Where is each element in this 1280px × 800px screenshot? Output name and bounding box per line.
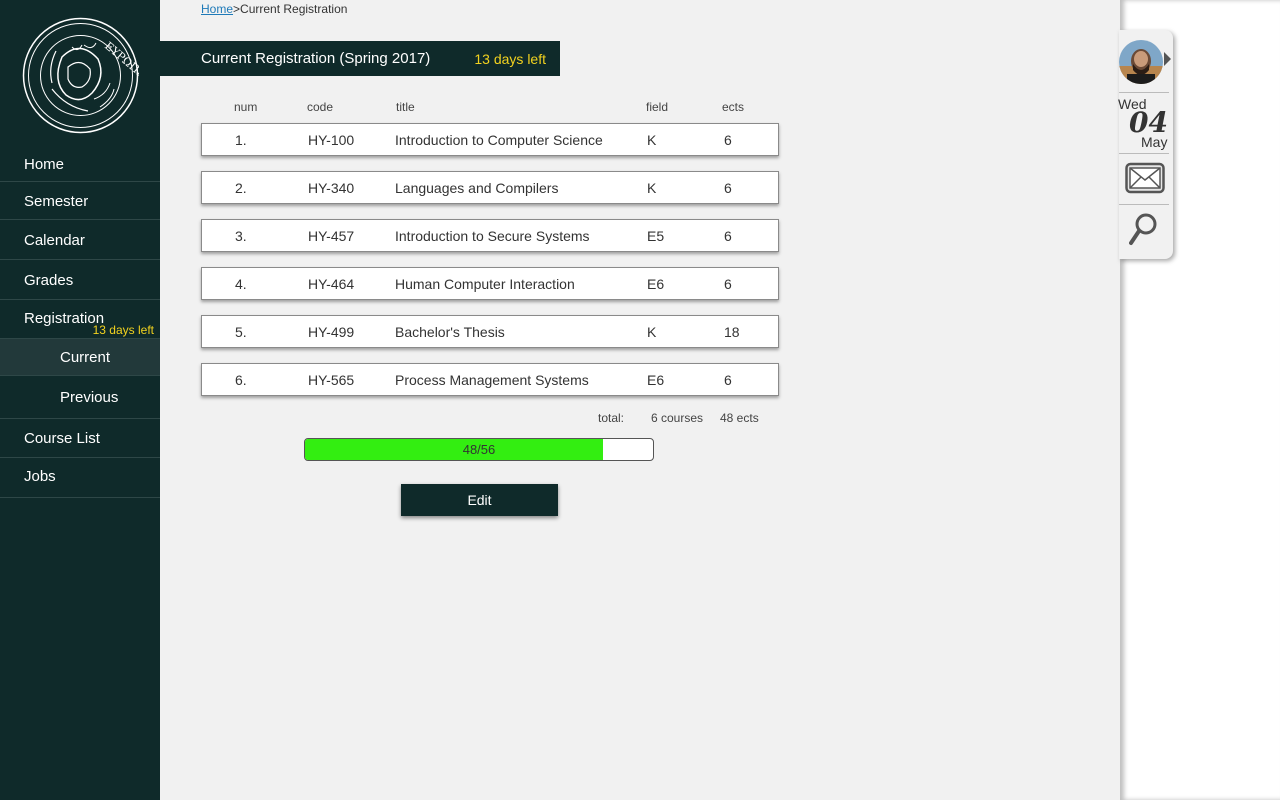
course-ects: 6 bbox=[724, 132, 732, 148]
course-num: 3. bbox=[235, 228, 247, 244]
edit-button[interactable]: Edit bbox=[401, 484, 558, 516]
widget-divider bbox=[1119, 204, 1169, 205]
nav-grades-label: Grades bbox=[24, 272, 74, 289]
sidebar: ΕΥΡΩΠΗ Home Semester Calendar Grades Reg… bbox=[0, 0, 160, 800]
user-avatar[interactable] bbox=[1119, 40, 1163, 84]
nav-jobs[interactable]: Jobs bbox=[0, 458, 160, 498]
course-num: 1. bbox=[235, 132, 247, 148]
course-ects: 6 bbox=[724, 228, 732, 244]
course-row[interactable]: 3. HY-457 Introduction to Secure Systems… bbox=[201, 219, 779, 252]
totals-ects: 48 ects bbox=[720, 411, 759, 425]
col-header-field: field bbox=[646, 100, 669, 114]
progress-text: 48/56 bbox=[462, 442, 496, 457]
page-title-bar: Current Registration (Spring 2017) 13 da… bbox=[160, 41, 560, 76]
course-ects: 6 bbox=[724, 180, 732, 196]
nav-previous-label: Previous bbox=[60, 389, 119, 406]
user-widget: Wed 04 May bbox=[1118, 30, 1173, 259]
search-icon[interactable] bbox=[1129, 212, 1159, 246]
date-month: May bbox=[1141, 134, 1168, 150]
course-code: HY-464 bbox=[308, 276, 355, 292]
col-header-title: title bbox=[396, 100, 415, 114]
course-ects: 6 bbox=[724, 276, 732, 292]
nav-registration-current[interactable]: Current bbox=[0, 339, 160, 376]
course-code: HY-565 bbox=[308, 372, 355, 388]
nav-jobs-label: Jobs bbox=[24, 468, 56, 485]
course-num: 4. bbox=[235, 276, 247, 292]
course-num: 6. bbox=[235, 372, 247, 388]
col-header-code: code bbox=[307, 100, 334, 114]
course-field: E5 bbox=[647, 228, 665, 244]
nav-course-list[interactable]: Course List bbox=[0, 419, 160, 458]
nav-home[interactable]: Home bbox=[0, 144, 160, 182]
course-title: Introduction to Computer Science bbox=[395, 132, 603, 148]
course-row[interactable]: 2. HY-340 Languages and Compilers K 6 bbox=[201, 171, 779, 204]
course-title: Introduction to Secure Systems bbox=[395, 228, 590, 244]
course-field: E6 bbox=[647, 276, 665, 292]
nav-registration-previous[interactable]: Previous bbox=[0, 376, 160, 419]
course-title: Human Computer Interaction bbox=[395, 276, 575, 292]
nav-calendar-label: Calendar bbox=[24, 232, 85, 249]
nav-semester[interactable]: Semester bbox=[0, 182, 160, 220]
nav-home-label: Home bbox=[24, 156, 65, 173]
mail-icon[interactable] bbox=[1125, 162, 1165, 194]
course-row[interactable]: 5. HY-499 Bachelor's Thesis K 18 bbox=[201, 315, 779, 348]
totals-courses: 6 courses bbox=[651, 411, 704, 425]
course-num: 5. bbox=[235, 324, 247, 340]
widget-divider bbox=[1119, 153, 1169, 154]
nav-registration[interactable]: Registration 13 days left bbox=[0, 300, 160, 339]
col-header-num: num bbox=[234, 100, 258, 114]
course-code: HY-499 bbox=[308, 324, 355, 340]
breadcrumb-home-link[interactable]: Home bbox=[201, 2, 233, 16]
course-title: Process Management Systems bbox=[395, 372, 589, 388]
widget-divider bbox=[1119, 92, 1169, 93]
course-code: HY-100 bbox=[308, 132, 355, 148]
course-row[interactable]: 6. HY-565 Process Management Systems E6 … bbox=[201, 363, 779, 396]
nav-current-label: Current bbox=[60, 349, 111, 366]
totals-label: total: bbox=[598, 411, 625, 425]
course-field: K bbox=[647, 180, 657, 196]
ects-progress-bar: 48/56 bbox=[304, 438, 654, 461]
avatar-image bbox=[1119, 40, 1163, 84]
col-header-ects: ects bbox=[722, 100, 745, 114]
course-code: HY-340 bbox=[308, 180, 355, 196]
page-title: Current Registration (Spring 2017) bbox=[201, 50, 431, 67]
university-seal-svg: ΕΥΡΩΠΗ bbox=[22, 17, 139, 134]
breadcrumb-current: Current Registration bbox=[240, 2, 348, 16]
breadcrumb: Home>Current Registration bbox=[201, 2, 347, 16]
course-row[interactable]: 4. HY-464 Human Computer Interaction E6 … bbox=[201, 267, 779, 300]
course-code: HY-457 bbox=[308, 228, 355, 244]
course-title: Bachelor's Thesis bbox=[395, 324, 505, 340]
course-ects: 6 bbox=[724, 372, 732, 388]
nav-calendar[interactable]: Calendar bbox=[0, 220, 160, 260]
course-row[interactable]: 1. HY-100 Introduction to Computer Scien… bbox=[201, 123, 779, 156]
registration-days-badge: 13 days left bbox=[92, 323, 154, 337]
course-num: 2. bbox=[235, 180, 247, 196]
nav-grades[interactable]: Grades bbox=[0, 260, 160, 300]
days-left-label: 13 days left bbox=[474, 51, 546, 67]
nav-semester-label: Semester bbox=[24, 193, 89, 210]
course-field: K bbox=[647, 324, 657, 340]
avatar-menu-arrow-icon[interactable] bbox=[1164, 52, 1171, 66]
course-field: K bbox=[647, 132, 657, 148]
course-field: E6 bbox=[647, 372, 665, 388]
course-title: Languages and Compilers bbox=[395, 180, 559, 196]
university-logo-icon[interactable]: ΕΥΡΩΠΗ bbox=[22, 17, 139, 134]
nav-course-list-label: Course List bbox=[24, 430, 100, 447]
course-ects: 18 bbox=[724, 324, 740, 340]
search-icon-svg bbox=[1129, 213, 1157, 245]
breadcrumb-separator: > bbox=[233, 2, 241, 16]
main-content: Home>Current Registration Current Regist… bbox=[160, 0, 1120, 800]
mail-icon-svg bbox=[1125, 162, 1165, 194]
